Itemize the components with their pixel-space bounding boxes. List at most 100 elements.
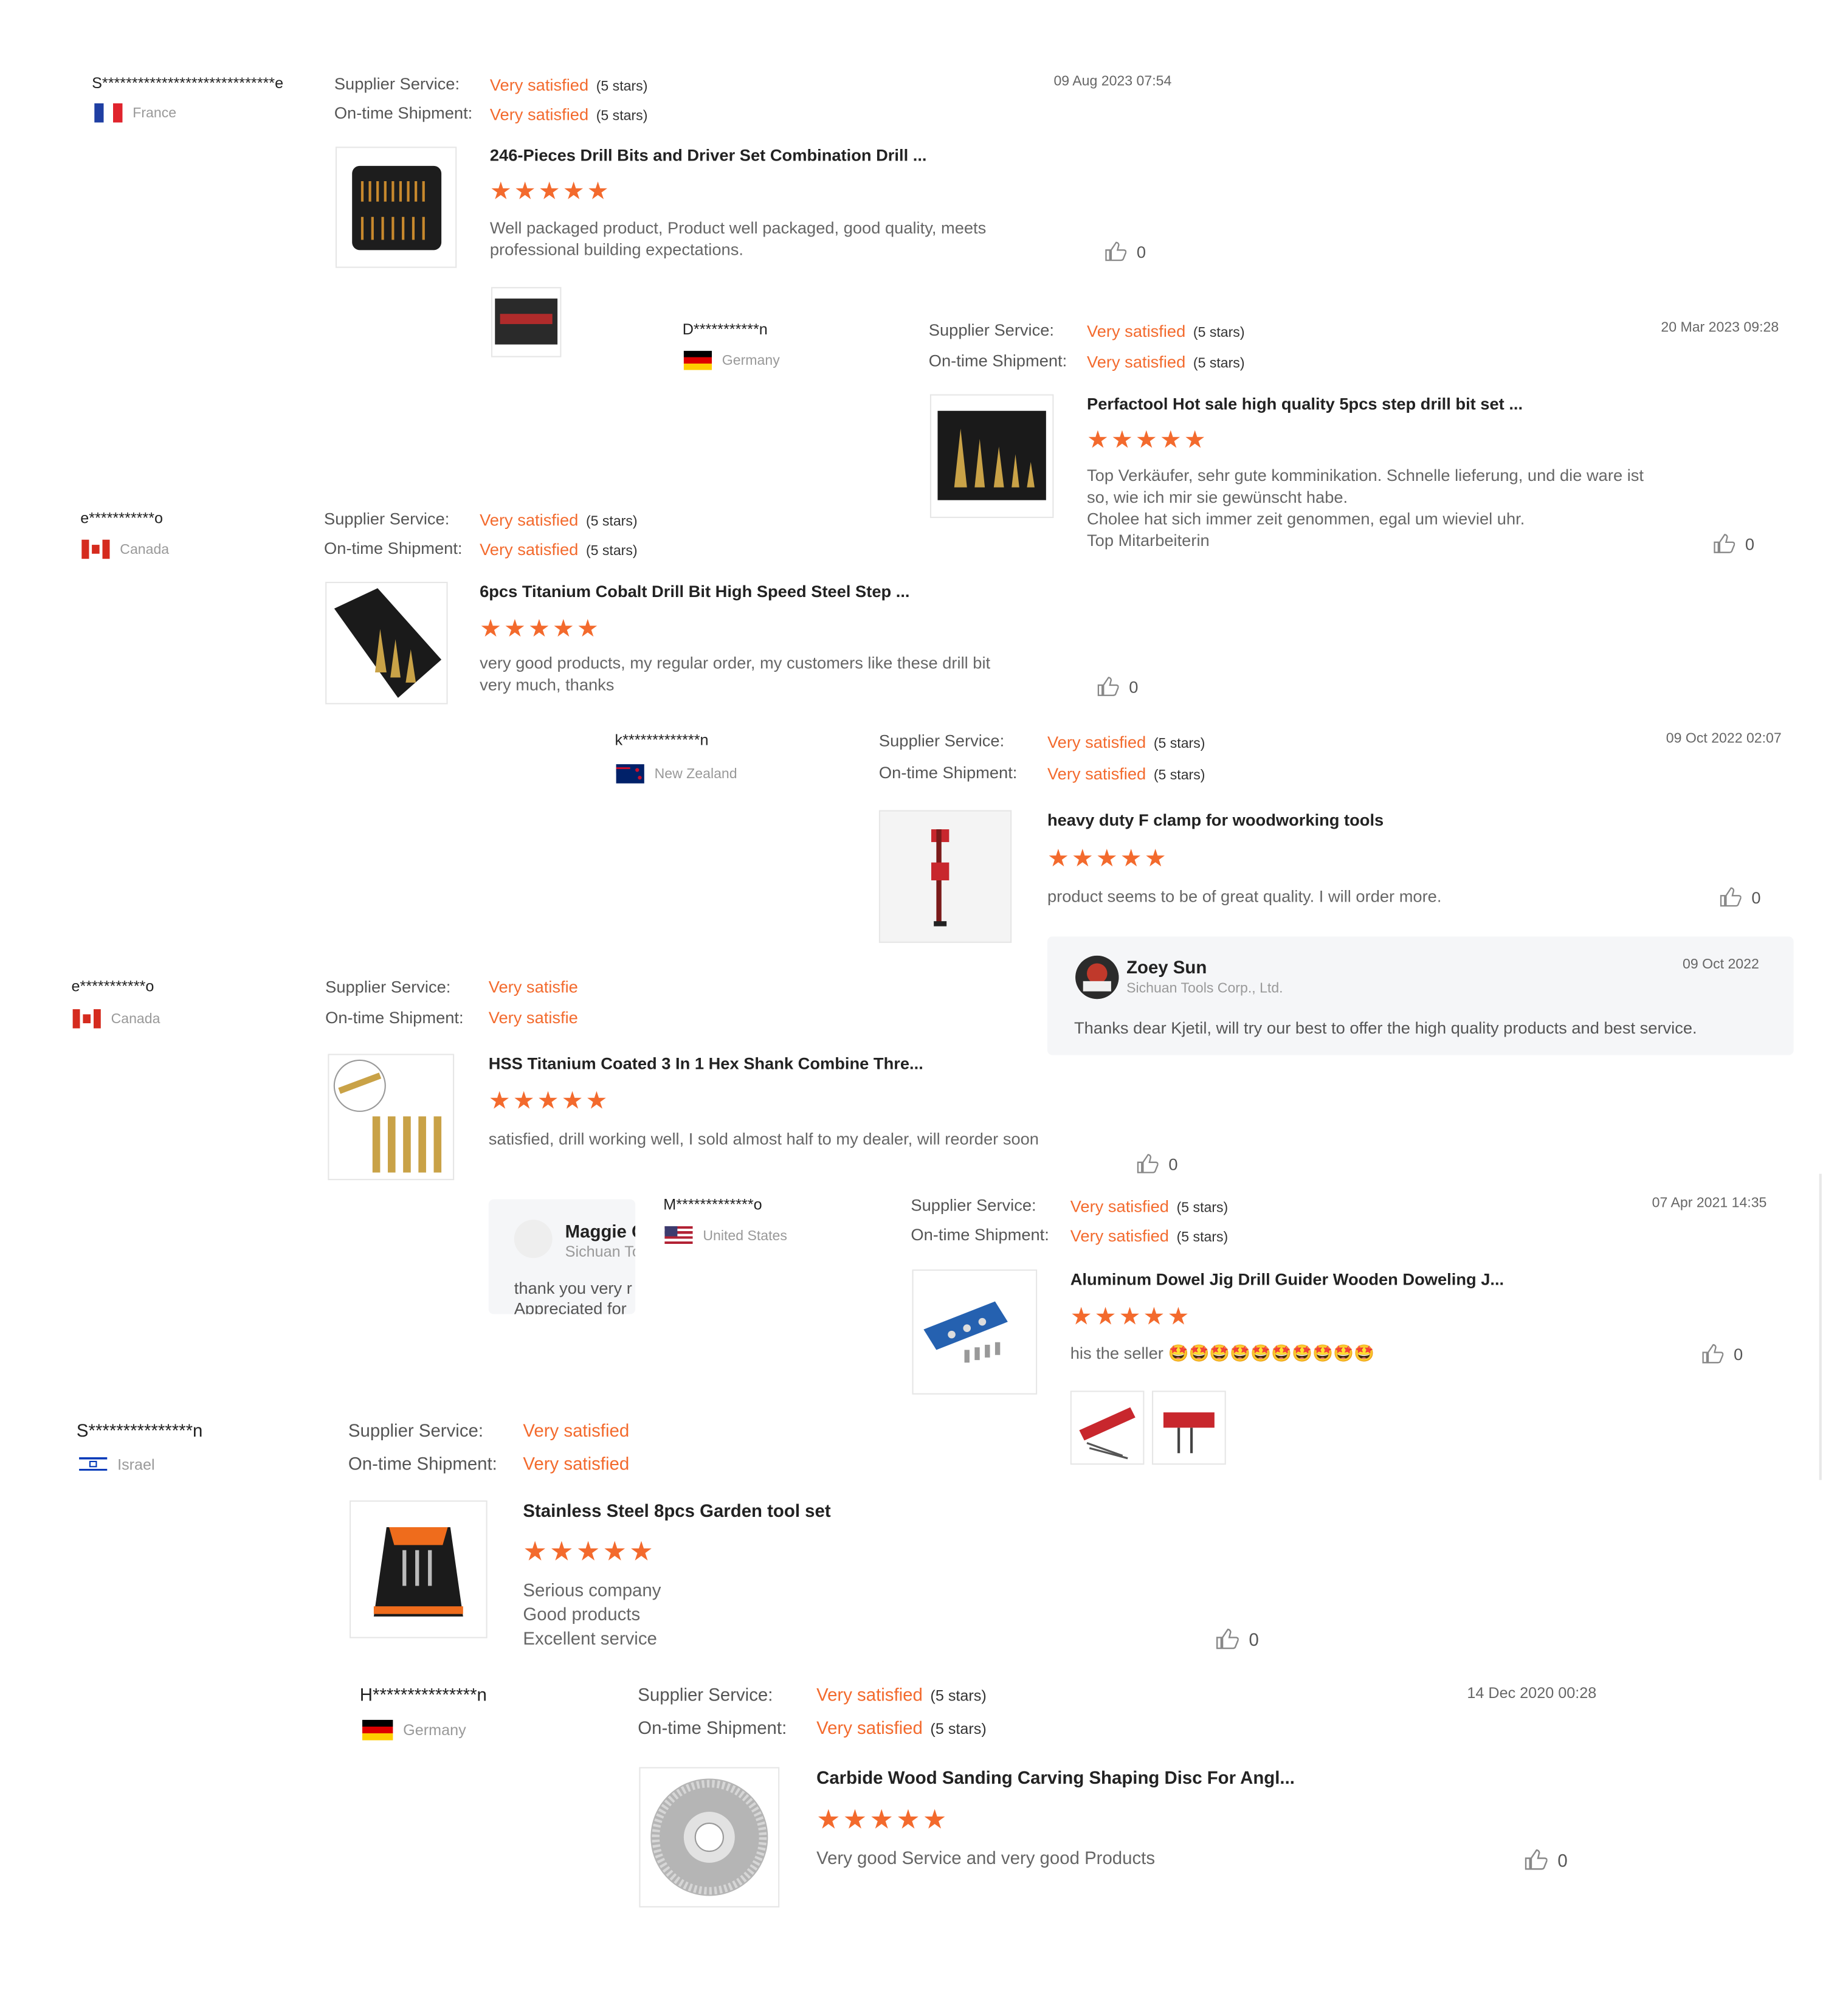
like-button[interactable]: 0: [1216, 1628, 1259, 1650]
shipment-label: On-time Shipment:: [325, 1007, 464, 1027]
thumbs-up-icon: [1097, 677, 1119, 696]
review-comment: satisfied, drill working well, I sold al…: [488, 1129, 1039, 1148]
shipment-value: Very satisfied: [523, 1453, 630, 1474]
review-date: 09 Aug 2023 07:54: [1053, 74, 1172, 89]
review-date: 14 Dec 2020 00:28: [1467, 1684, 1597, 1702]
shipment-value: Very satisfied (5 stars): [1087, 352, 1245, 371]
thumbs-up-icon: [1105, 241, 1127, 261]
shipment-value: Very satisfied (5 stars): [1047, 764, 1205, 784]
rating-stars: ★★★★★: [1087, 427, 1208, 455]
reply-text: thank you very r: [514, 1278, 632, 1298]
rating-stars: ★★★★★: [523, 1537, 656, 1567]
like-button[interactable]: 0: [1525, 1849, 1568, 1871]
supplier-reply: Maggie G Sichuan To thank you very r App…: [488, 1199, 636, 1314]
shipment-label: On-time Shipment:: [638, 1717, 787, 1738]
review-comment: his the seller 🤩🤩🤩🤩🤩🤩🤩🤩🤩🤩: [1070, 1343, 1375, 1363]
product-title[interactable]: Aluminum Dowel Jig Drill Guider Wooden D…: [1070, 1269, 1504, 1288]
reviewer-name: k*************n: [615, 731, 709, 749]
thumbs-up-icon: [1525, 1849, 1548, 1870]
flag-icon: [81, 539, 110, 559]
reviewer-name: M*************o: [663, 1195, 762, 1213]
shipment-label: On-time Shipment:: [334, 103, 473, 123]
reply-author: Maggie G: [565, 1221, 635, 1241]
supplier-service-value: Very satisfied (5 stars): [1070, 1196, 1229, 1216]
product-thumbnail[interactable]: [639, 1767, 780, 1908]
review-comment: Very good Service and very good Products: [816, 1847, 1156, 1868]
rating-stars: ★★★★★: [1070, 1303, 1192, 1331]
flag-icon: [94, 103, 123, 123]
review-date: 09 Oct 2022 02:07: [1666, 731, 1782, 747]
supplier-service-label: Supplier Service:: [878, 731, 1005, 750]
product-thumbnail[interactable]: [350, 1500, 488, 1638]
reviewer-country: Germany: [683, 351, 780, 370]
supplier-service-value: Very satisfied (5 stars): [1087, 321, 1245, 341]
reviewer-country: New Zealand: [616, 764, 737, 784]
review-comment: very good products, my regular order, my…: [480, 653, 991, 694]
like-button[interactable]: 0: [1137, 1153, 1177, 1174]
supplier-service-label: Supplier Service:: [638, 1684, 773, 1705]
product-title[interactable]: Stainless Steel 8pcs Garden tool set: [523, 1500, 830, 1521]
review-comment: Serious company Good products Excellent …: [523, 1579, 661, 1649]
reviewer-name: e***********o: [71, 977, 154, 995]
flag-icon: [72, 1009, 101, 1029]
shipment-value: Very satisfie: [488, 1007, 578, 1027]
thumbs-up-icon: [1216, 1628, 1239, 1649]
flag-icon: [616, 764, 644, 784]
product-title[interactable]: 246-Pieces Drill Bits and Driver Set Com…: [490, 145, 927, 164]
review-comment: product seems to be of great quality. I …: [1047, 886, 1442, 906]
reviewer-name: D***********n: [682, 320, 768, 339]
reply-text: Appreciated for: [514, 1299, 627, 1314]
flag-icon: [79, 1454, 108, 1474]
product-thumbnail[interactable]: [325, 581, 448, 705]
reviewer-name: e***********o: [80, 509, 164, 527]
thumbs-up-icon: [1702, 1344, 1724, 1364]
attached-photo[interactable]: [1070, 1390, 1145, 1465]
rating-stars: ★★★★★: [480, 616, 601, 643]
flag-icon: [664, 1226, 693, 1246]
shipment-label: On-time Shipment:: [348, 1453, 497, 1474]
flag-icon: [362, 1719, 393, 1741]
reviewer-country: United States: [664, 1226, 787, 1246]
thumbs-up-icon: [1137, 1154, 1159, 1173]
product-thumbnail[interactable]: [929, 394, 1054, 519]
flag-icon: [683, 351, 712, 370]
product-title[interactable]: Perfactool Hot sale high quality 5pcs st…: [1087, 394, 1523, 413]
supplier-service-value: Very satisfied (5 stars): [480, 510, 638, 530]
reviewer-country: Germany: [362, 1719, 466, 1741]
like-button[interactable]: 0: [1702, 1344, 1743, 1364]
reviewer-country: Canada: [72, 1009, 160, 1029]
review-comment: Top Verkäufer, sehr gute komminikation. …: [1087, 465, 1644, 550]
emoji-row: 🤩🤩🤩🤩🤩🤩🤩🤩🤩🤩: [1168, 1343, 1375, 1363]
product-title[interactable]: HSS Titanium Coated 3 In 1 Hex Shank Com…: [489, 1054, 923, 1072]
supplier-service-label: Supplier Service:: [324, 509, 450, 528]
supplier-reply: Zoey Sun Sichuan Tools Corp., Ltd. 09 Oc…: [1047, 936, 1794, 1055]
product-thumbnail[interactable]: [912, 1269, 1038, 1395]
review-comment: Well packaged product, Product well pack…: [489, 218, 987, 260]
attached-photo[interactable]: [1152, 1390, 1226, 1465]
reply-company: Sichuan Tools Corp., Ltd.: [1126, 981, 1283, 997]
rating-stars: ★★★★★: [1047, 846, 1169, 873]
shipment-label: On-time Shipment:: [928, 351, 1067, 370]
supplier-service-value: Very satisfie: [488, 977, 578, 997]
product-thumbnail[interactable]: [878, 810, 1012, 943]
product-title[interactable]: 6pcs Titanium Cobalt Drill Bit High Spee…: [480, 582, 909, 601]
like-button[interactable]: 0: [1720, 887, 1761, 908]
scrollbar[interactable]: [1819, 1173, 1822, 1480]
review-date: 07 Apr 2021 14:35: [1652, 1195, 1767, 1211]
reviewer-country: Israel: [79, 1454, 155, 1474]
product-title[interactable]: heavy duty F clamp for woodworking tools: [1047, 810, 1384, 829]
attached-photo[interactable]: [491, 287, 562, 357]
reply-company: Sichuan To: [565, 1243, 636, 1261]
product-title[interactable]: Carbide Wood Sanding Carving Shaping Dis…: [816, 1767, 1295, 1788]
product-thumbnail[interactable]: [328, 1054, 455, 1181]
reply-author: Zoey Sun: [1126, 956, 1207, 978]
like-button[interactable]: 0: [1097, 676, 1138, 697]
reply-text: Thanks dear Kjetil, will try our best to…: [1074, 1018, 1697, 1038]
supplier-service-label: Supplier Service:: [325, 977, 451, 997]
product-thumbnail[interactable]: [335, 147, 457, 268]
like-button[interactable]: 0: [1713, 533, 1754, 554]
shipment-value: Very satisfied (5 stars): [816, 1717, 987, 1738]
supplier-service-value: Very satisfied (5 stars): [489, 75, 648, 95]
thumbs-up-icon: [1714, 534, 1735, 553]
like-button[interactable]: 0: [1105, 241, 1146, 262]
